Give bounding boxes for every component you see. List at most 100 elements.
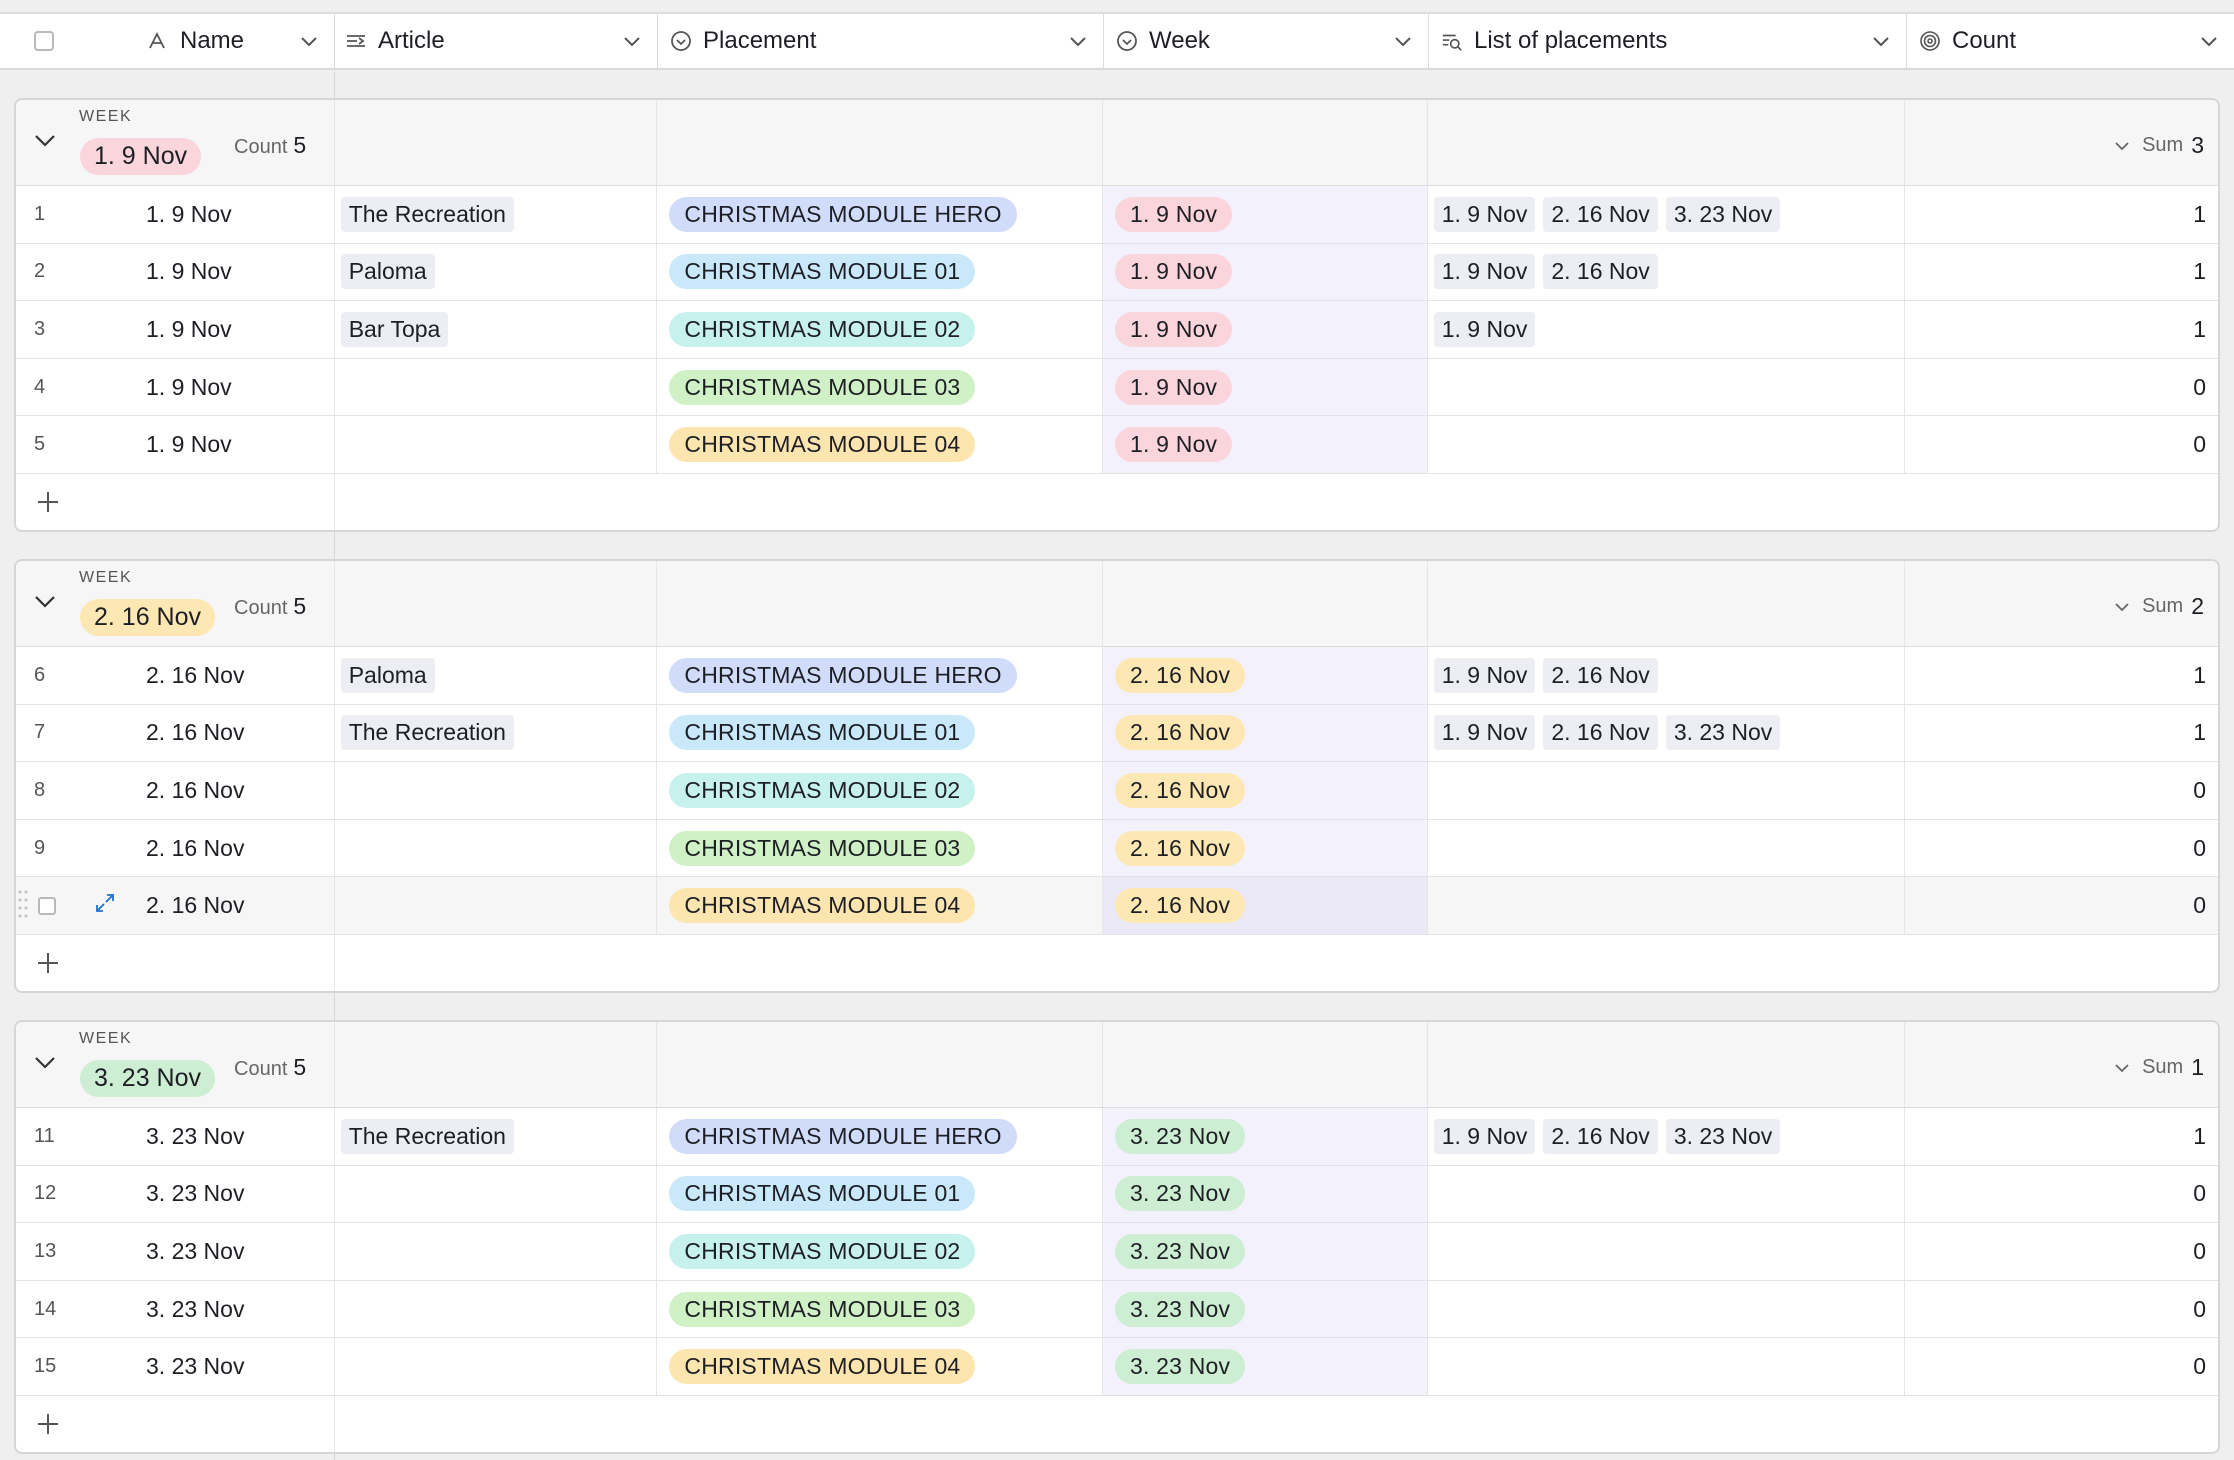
add-record-row[interactable] (16, 473, 2218, 530)
chevron-down-icon[interactable] (1872, 27, 1890, 55)
table-row[interactable]: 6 2. 16 Nov Paloma CHRISTMAS MODULE HERO… (16, 647, 2218, 705)
table-row[interactable]: 14 3. 23 Nov CHRISTMAS MODULE 03 3. 23 N… (16, 1280, 2218, 1339)
placement-cell[interactable]: CHRISTMAS MODULE 03 (657, 819, 1103, 877)
list-of-placements-cell[interactable] (1428, 1223, 1906, 1280)
name-cell[interactable]: 4 1. 9 Nov (16, 358, 335, 416)
article-link-tag[interactable]: Paloma (340, 657, 435, 693)
table-row[interactable]: 5 1. 9 Nov CHRISTMAS MODULE 04 1. 9 Nov … (16, 416, 2218, 474)
header-placement-column[interactable]: Placement (658, 14, 1104, 68)
plus-icon[interactable] (36, 1412, 60, 1441)
article-cell[interactable]: Paloma (335, 647, 658, 704)
count-cell[interactable]: 1 (1905, 705, 2218, 762)
name-cell[interactable]: 7 2. 16 Nov (16, 704, 335, 762)
placement-cell[interactable]: CHRISTMAS MODULE 04 (657, 877, 1103, 934)
table-row[interactable]: 4 1. 9 Nov CHRISTMAS MODULE 03 1. 9 Nov … (16, 358, 2218, 417)
name-cell[interactable]: 13 3. 23 Nov (16, 1223, 335, 1280)
article-cell[interactable] (335, 762, 658, 819)
list-of-placements-cell[interactable]: 1. 9 Nov (1428, 301, 1906, 358)
article-cell[interactable] (335, 416, 658, 473)
name-cell[interactable]: 9 2. 16 Nov (16, 819, 335, 877)
add-record-row[interactable] (16, 1395, 2218, 1452)
header-article-column[interactable]: Article (335, 14, 658, 68)
name-cell[interactable]: 6 2. 16 Nov (16, 647, 335, 704)
list-of-placements-cell[interactable] (1428, 1280, 1906, 1338)
week-cell[interactable]: 3. 23 Nov (1103, 1108, 1428, 1165)
count-cell[interactable]: 0 (1905, 877, 2218, 934)
name-cell[interactable]: 3 1. 9 Nov (16, 301, 335, 358)
count-cell[interactable]: 0 (1905, 1281, 2218, 1338)
week-cell[interactable]: 2. 16 Nov (1103, 819, 1428, 877)
count-cell[interactable]: 0 (1905, 359, 2218, 416)
week-cell[interactable]: 1. 9 Nov (1103, 358, 1428, 416)
chevron-down-icon[interactable] (1394, 27, 1412, 55)
table-row[interactable]: 3 1. 9 Nov Bar Topa CHRISTMAS MODULE 02 … (16, 301, 2218, 359)
placement-cell[interactable]: CHRISTMAS MODULE 03 (657, 1280, 1103, 1338)
article-link-tag[interactable]: The Recreation (340, 196, 514, 232)
name-cell[interactable]: 8 2. 16 Nov (16, 762, 335, 819)
list-of-placements-cell[interactable]: 1. 9 Nov 2. 16 Nov 3. 23 Nov (1428, 1108, 1906, 1165)
table-row[interactable]: 15 3. 23 Nov CHRISTMAS MODULE 04 3. 23 N… (16, 1338, 2218, 1396)
table-row[interactable]: 2 1. 9 Nov Paloma CHRISTMAS MODULE 01 1.… (16, 243, 2218, 302)
article-cell[interactable] (335, 877, 658, 934)
name-cell[interactable]: 12 3. 23 Nov (16, 1165, 335, 1223)
name-cell[interactable]: 11 3. 23 Nov (16, 1108, 335, 1165)
placement-cell[interactable]: CHRISTMAS MODULE HERO (657, 647, 1103, 704)
article-cell[interactable]: The Recreation (335, 186, 658, 243)
placement-cell[interactable]: CHRISTMAS MODULE 04 (657, 416, 1103, 473)
placement-cell[interactable]: CHRISTMAS MODULE 02 (657, 301, 1103, 358)
article-cell[interactable]: Bar Topa (335, 301, 658, 358)
placement-cell[interactable]: CHRISTMAS MODULE 01 (657, 704, 1103, 762)
group-sum-summary[interactable]: Sum 1 (2114, 1054, 2204, 1081)
placement-cell[interactable]: CHRISTMAS MODULE 04 (657, 1338, 1103, 1395)
header-count-column[interactable]: Count (1907, 14, 2234, 68)
list-of-placements-cell[interactable]: 1. 9 Nov 2. 16 Nov 3. 23 Nov (1428, 704, 1906, 762)
list-of-placements-cell[interactable] (1428, 877, 1906, 934)
count-cell[interactable]: 0 (1905, 1223, 2218, 1280)
article-link-tag[interactable]: Paloma (340, 254, 435, 290)
placement-cell[interactable]: CHRISTMAS MODULE 02 (657, 1223, 1103, 1280)
count-cell[interactable]: 0 (1905, 1166, 2218, 1223)
list-of-placements-cell[interactable]: 1. 9 Nov 2. 16 Nov (1428, 647, 1906, 704)
week-cell[interactable]: 1. 9 Nov (1103, 243, 1428, 301)
chevron-down-icon[interactable] (2114, 134, 2130, 157)
week-cell[interactable]: 3. 23 Nov (1103, 1338, 1428, 1395)
placement-cell[interactable]: CHRISTMAS MODULE 03 (657, 358, 1103, 416)
plus-icon[interactable] (36, 951, 60, 980)
plus-icon[interactable] (36, 490, 60, 519)
header-list-of-placements-column[interactable]: List of placements (1429, 14, 1907, 68)
week-cell[interactable]: 2. 16 Nov (1103, 877, 1428, 934)
week-cell[interactable]: 3. 23 Nov (1103, 1165, 1428, 1223)
table-row[interactable]: 13 3. 23 Nov CHRISTMAS MODULE 02 3. 23 N… (16, 1223, 2218, 1281)
week-cell[interactable]: 1. 9 Nov (1103, 301, 1428, 358)
article-cell[interactable] (335, 358, 658, 416)
chevron-down-icon[interactable] (1069, 27, 1087, 55)
count-cell[interactable]: 1 (1905, 647, 2218, 704)
article-cell[interactable]: The Recreation (335, 704, 658, 762)
article-cell[interactable] (335, 1223, 658, 1280)
collapse-group-chevron-icon[interactable] (34, 134, 60, 154)
list-of-placements-cell[interactable] (1428, 1338, 1906, 1395)
article-link-tag[interactable]: The Recreation (340, 1118, 514, 1154)
count-cell[interactable]: 0 (1905, 416, 2218, 473)
list-of-placements-cell[interactable] (1428, 762, 1906, 819)
row-checkbox[interactable] (38, 896, 56, 915)
article-cell[interactable] (335, 1280, 658, 1338)
table-row[interactable]: 12 3. 23 Nov CHRISTMAS MODULE 01 3. 23 N… (16, 1165, 2218, 1224)
table-row[interactable]: 8 2. 16 Nov CHRISTMAS MODULE 02 2. 16 No… (16, 762, 2218, 820)
placement-cell[interactable]: CHRISTMAS MODULE HERO (657, 1108, 1103, 1165)
placement-cell[interactable]: CHRISTMAS MODULE 01 (657, 1165, 1103, 1223)
count-cell[interactable]: 1 (1905, 186, 2218, 243)
week-cell[interactable]: 2. 16 Nov (1103, 704, 1428, 762)
name-cell[interactable]: 2. 16 Nov (16, 877, 335, 934)
name-cell[interactable]: 14 3. 23 Nov (16, 1280, 335, 1338)
name-cell[interactable]: 5 1. 9 Nov (16, 416, 335, 473)
table-row[interactable]: 7 2. 16 Nov The Recreation CHRISTMAS MOD… (16, 704, 2218, 763)
drag-handle-icon[interactable] (18, 886, 28, 926)
week-cell[interactable]: 1. 9 Nov (1103, 416, 1428, 473)
expand-record-icon[interactable] (94, 892, 116, 919)
week-cell[interactable]: 1. 9 Nov (1103, 186, 1428, 243)
placement-cell[interactable]: CHRISTMAS MODULE HERO (657, 186, 1103, 243)
table-row[interactable]: 11 3. 23 Nov The Recreation CHRISTMAS MO… (16, 1108, 2218, 1166)
list-of-placements-cell[interactable] (1428, 819, 1906, 877)
article-cell[interactable] (335, 1165, 658, 1223)
